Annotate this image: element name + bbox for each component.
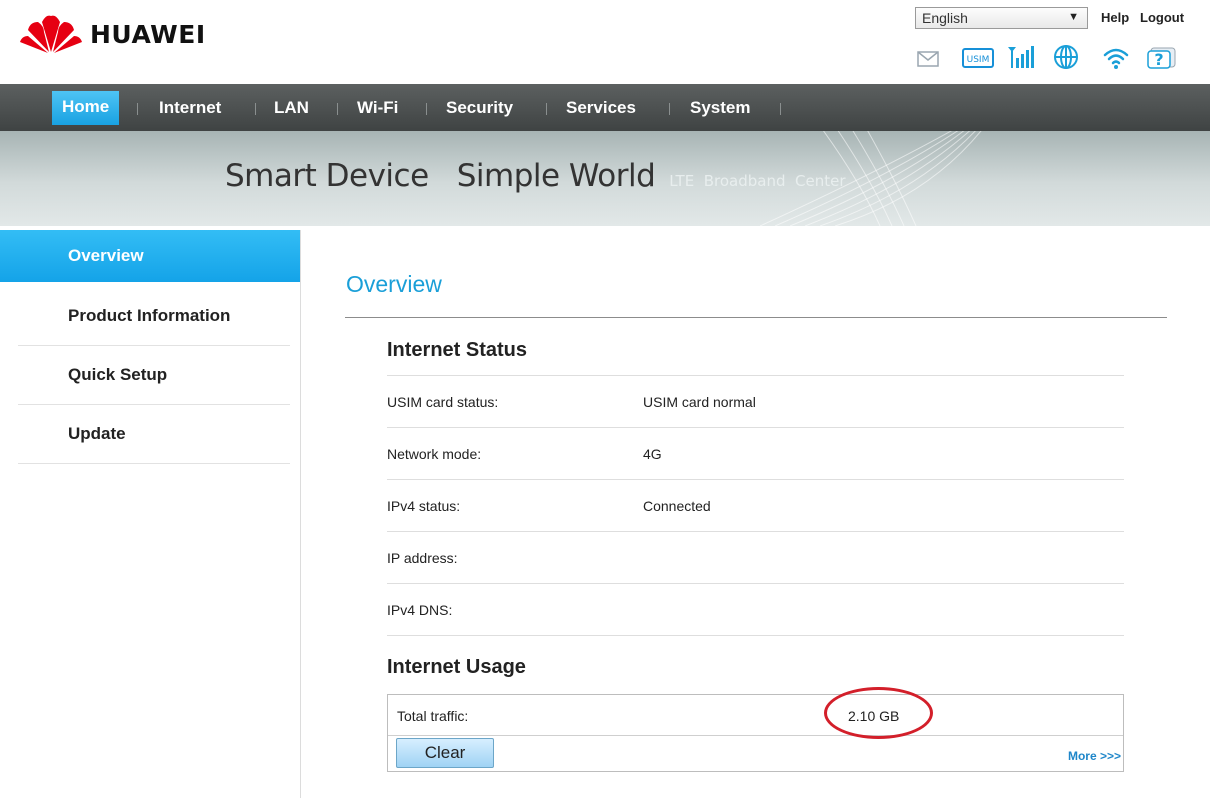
- sidebar-item-product-information[interactable]: Product Information: [0, 287, 300, 346]
- divider: [387, 635, 1124, 637]
- row-label: Total traffic:: [397, 708, 469, 724]
- status-row-ip-address: IP address:: [387, 531, 1124, 584]
- internet-status-heading: Internet Status: [387, 339, 528, 361]
- brand-name: HUAWEI: [90, 19, 206, 49]
- signal-icon: [1007, 45, 1035, 74]
- language-value: English: [922, 10, 968, 26]
- page-title: Overview: [346, 271, 442, 297]
- envelope-icon[interactable]: [917, 51, 939, 72]
- nav-lan[interactable]: LAN: [274, 95, 309, 121]
- nav-internet[interactable]: Internet: [159, 95, 221, 121]
- nav-separator: [546, 103, 547, 115]
- annotation-circle: [824, 687, 933, 739]
- wifi-icon: [1103, 46, 1129, 75]
- help-link[interactable]: Help: [1101, 10, 1129, 25]
- status-row-network-mode: Network mode: 4G: [387, 427, 1124, 480]
- row-label: IPv4 status:: [387, 498, 461, 514]
- nav-security[interactable]: Security: [446, 95, 513, 121]
- status-row-ipv4-dns: IPv4 DNS:: [387, 583, 1124, 636]
- sidebar: Overview Product Information Quick Setup…: [0, 230, 301, 798]
- sidebar-item-label: Update: [68, 424, 126, 443]
- svg-text:?: ?: [1154, 50, 1163, 69]
- sidebar-item-overview[interactable]: Overview: [0, 230, 300, 282]
- nav-separator: [137, 103, 138, 115]
- status-row-ipv4-status: IPv4 status: Connected: [387, 479, 1124, 532]
- internet-usage-heading: Internet Usage: [387, 656, 526, 678]
- nav-system[interactable]: System: [690, 95, 750, 121]
- banner-sub-text: LTE Broadband Center: [669, 172, 846, 190]
- row-label: USIM card status:: [387, 394, 499, 410]
- globe-icon: [1053, 44, 1079, 75]
- nav-wifi[interactable]: Wi-Fi: [357, 95, 398, 121]
- banner-main-text: Smart Device Simple World: [225, 158, 656, 194]
- row-label: IP address:: [387, 550, 458, 566]
- nav-separator: [337, 103, 338, 115]
- sidebar-item-label: Overview: [68, 246, 144, 265]
- more-link[interactable]: More >>>: [1068, 749, 1121, 763]
- banner: Smart Device Simple World LTE Broadband C…: [0, 131, 1210, 226]
- row-label: IPv4 DNS:: [387, 602, 453, 618]
- usage-row-total-traffic: Total traffic: 2.10 GB: [388, 695, 1123, 736]
- chevron-down-icon: ▼: [1068, 11, 1079, 23]
- usim-icon: USIM: [962, 48, 994, 73]
- sidebar-item-update[interactable]: Update: [0, 405, 300, 464]
- sidebar-item-quick-setup[interactable]: Quick Setup: [0, 346, 300, 405]
- row-value: Connected: [643, 498, 711, 514]
- row-value: 4G: [643, 446, 662, 462]
- nav-separator: [780, 103, 781, 115]
- nav-separator: [669, 103, 670, 115]
- usim-label: USIM: [967, 55, 990, 65]
- sidebar-item-label: Product Information: [68, 306, 231, 325]
- language-select[interactable]: English ▼: [915, 7, 1088, 29]
- row-value: USIM card normal: [643, 394, 756, 410]
- divider: [345, 317, 1167, 318]
- huawei-logo: HUAWEI: [20, 14, 206, 54]
- nav-home[interactable]: Home: [52, 91, 120, 125]
- nav-separator: [255, 103, 256, 115]
- main-nav: Home Internet LAN Wi-Fi Security Service…: [0, 84, 1210, 131]
- help-icon[interactable]: ?: [1147, 45, 1177, 74]
- huawei-flower-icon: [20, 15, 82, 53]
- divider: [18, 463, 290, 464]
- sidebar-item-label: Quick Setup: [68, 365, 168, 384]
- row-label: Network mode:: [387, 446, 482, 462]
- banner-slogan: Smart Device Simple World LTE Broadband C…: [225, 158, 846, 194]
- logout-link[interactable]: Logout: [1140, 10, 1184, 25]
- nav-separator: [426, 103, 427, 115]
- status-row-usim: USIM card status: USIM card normal: [387, 375, 1124, 428]
- status-icons: USIM ?: [914, 44, 1176, 72]
- nav-services[interactable]: Services: [566, 95, 636, 121]
- clear-button[interactable]: Clear: [396, 738, 494, 768]
- internet-usage-panel: Total traffic: 2.10 GB Clear More >>>: [387, 694, 1124, 772]
